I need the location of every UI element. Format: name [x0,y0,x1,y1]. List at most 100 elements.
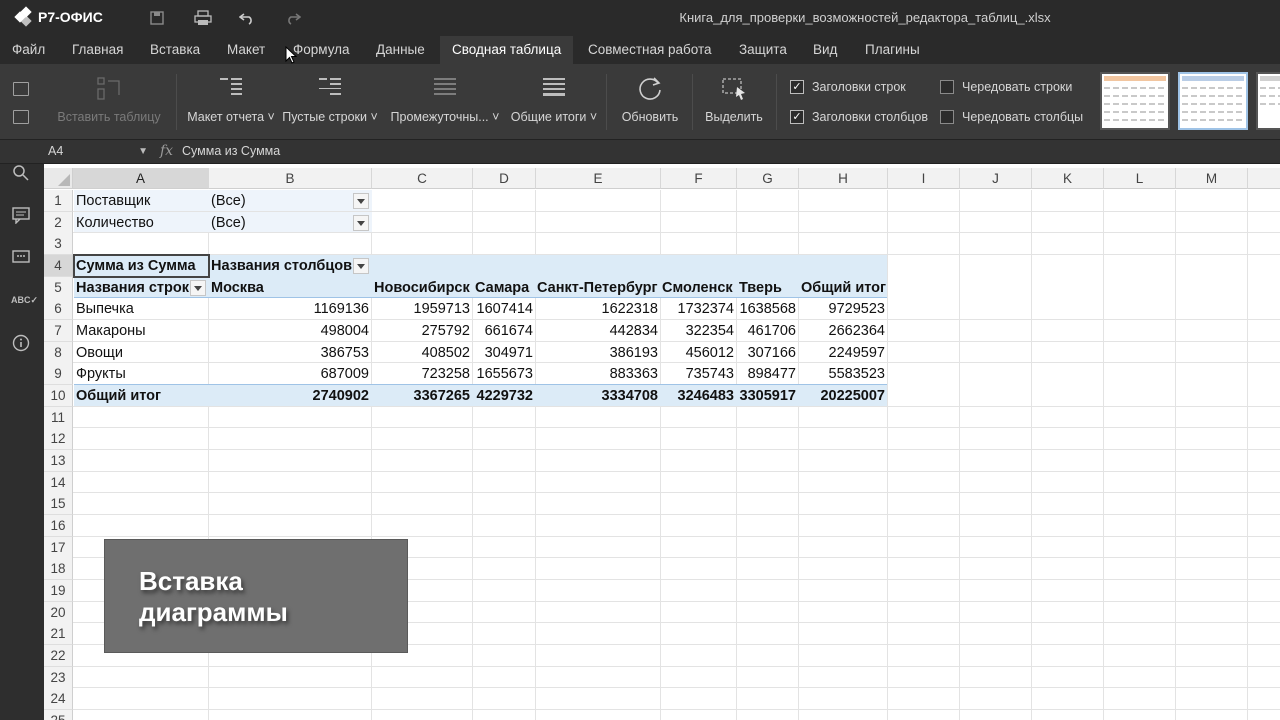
search-icon[interactable] [11,164,31,184]
blank-rows-button[interactable]: Пустые строки ˅ [282,72,378,132]
pivot-total-cell[interactable]: 4229732 [473,385,535,407]
pivot-city-header[interactable]: Смоленск [660,277,737,299]
formula-input[interactable]: Сумма из Сумма [182,140,280,163]
tab-protection[interactable]: Защита [727,36,799,64]
pivot-style-gray[interactable] [1256,72,1280,130]
pivot-value-cell[interactable]: 322354 [661,320,736,342]
pivot-value-cell[interactable]: 661674 [473,320,535,342]
name-box[interactable]: A4 ▼ [44,140,156,164]
pivot-row-total-cell[interactable]: 5583523 [799,363,887,385]
column-header[interactable]: F [661,168,737,189]
pivot-value-cell[interactable]: 304971 [473,342,535,364]
pivot-value-cell[interactable]: 275792 [372,320,472,342]
pivot-grand-total-label[interactable]: Общий итог [74,385,208,407]
filter-dropdown-icon[interactable] [353,193,369,209]
select-all-corner[interactable] [44,168,73,189]
row-header[interactable]: 25 [44,710,73,720]
pivot-value-cell[interactable]: 1959713 [372,298,472,320]
row-header[interactable]: 9 [44,363,73,385]
fx-icon[interactable]: fx [160,140,173,164]
column-header[interactable]: L [1104,168,1176,189]
pivot-style-orange[interactable] [1100,72,1170,130]
column-header[interactable]: C [372,168,473,189]
pivot-total-cell[interactable]: 2740902 [209,385,371,407]
refresh-button[interactable]: Обновить [614,72,686,132]
pivot-city-header[interactable]: Санкт-Петербург [535,277,661,299]
pivot-city-header[interactable]: Москва [209,277,371,299]
pivot-value-cell[interactable]: 1655673 [473,363,535,385]
row-header[interactable]: 8 [44,342,73,364]
row-header[interactable]: 14 [44,472,73,494]
tab-layout[interactable]: Макет [215,36,277,64]
pivot-total-cell[interactable]: 3334708 [536,385,660,407]
pivot-grand-total-header[interactable]: Общий итог [799,277,887,299]
pivot-filter-value[interactable]: (Все) [209,190,349,212]
row-header[interactable]: 2 [44,212,73,234]
pivot-total-cell[interactable]: 3246483 [661,385,736,407]
tab-data[interactable]: Данные [364,36,437,64]
banded-columns-checkbox[interactable]: Чередовать столбцы [940,110,1083,124]
column-header[interactable]: M [1176,168,1248,189]
pivot-value-cell[interactable]: 498004 [209,320,371,342]
pivot-value-cell[interactable]: 898477 [737,363,798,385]
chat-icon[interactable] [11,248,31,268]
pivot-value-cell[interactable]: 386193 [536,342,660,364]
filter-dropdown-icon[interactable] [353,258,369,274]
print-icon[interactable] [192,8,214,28]
row-header[interactable]: 3 [44,233,73,255]
pivot-value-cell[interactable]: 461706 [737,320,798,342]
column-headers-checkbox[interactable]: ✓ Заголовки столбцов [790,110,928,124]
pivot-value-cell[interactable]: 442834 [536,320,660,342]
paste-icon[interactable] [13,110,29,124]
row-header[interactable]: 21 [44,623,73,645]
column-header[interactable] [1248,168,1280,189]
pivot-city-header[interactable]: Новосибирск [372,277,473,299]
pivot-filter-label[interactable]: Количество [74,212,208,234]
pivot-row-total-cell[interactable]: 9729523 [799,298,887,320]
pivot-filter-label[interactable]: Поставщик [74,190,208,212]
row-header[interactable]: 17 [44,537,73,559]
tab-file[interactable]: Файл [0,36,57,64]
row-header[interactable]: 6 [44,298,73,320]
pivot-grand-total-cell[interactable]: 20225007 [799,385,887,407]
row-header[interactable]: 18 [44,558,73,580]
tab-plugins[interactable]: Плагины [853,36,932,64]
tab-collaboration[interactable]: Совместная работа [576,36,724,64]
pivot-row-total-cell[interactable]: 2662364 [799,320,887,342]
row-headers-checkbox[interactable]: ✓ Заголовки строк [790,80,906,94]
banded-rows-checkbox[interactable]: Чередовать строки [940,80,1072,94]
column-header[interactable]: G [737,168,799,189]
select-button[interactable]: Выделить [700,72,768,132]
save-icon[interactable] [146,8,168,28]
column-header[interactable]: D [473,168,536,189]
row-header[interactable]: 11 [44,407,73,429]
pivot-row-label[interactable]: Макароны [74,320,208,342]
comments-icon[interactable] [11,206,31,226]
column-header[interactable]: H [799,168,888,189]
grand-totals-button[interactable]: Общие итоги ˅ [510,72,598,132]
pivot-city-header[interactable]: Тверь [737,277,799,299]
pivot-value-cell[interactable]: 408502 [372,342,472,364]
tab-insert[interactable]: Вставка [138,36,212,64]
report-layout-button[interactable]: Макет отчета ˅ [186,72,276,132]
pivot-city-header[interactable]: Самара [473,277,536,299]
row-header[interactable]: 20 [44,602,73,624]
pivot-value-cell[interactable]: 883363 [536,363,660,385]
pivot-value-cell[interactable]: 1607414 [473,298,535,320]
pivot-value-cell[interactable]: 723258 [372,363,472,385]
row-header[interactable]: 15 [44,493,73,515]
column-header[interactable]: E [536,168,661,189]
pivot-total-cell[interactable]: 3367265 [372,385,472,407]
row-header[interactable]: 10 [44,385,73,407]
pivot-row-labels-header[interactable]: Названия строк [74,277,192,299]
column-header[interactable]: I [888,168,960,189]
column-header[interactable]: A [73,168,209,189]
insert-table-button[interactable]: Вставить таблицу [56,72,162,132]
pivot-value-cell[interactable]: 735743 [661,363,736,385]
row-header[interactable]: 13 [44,450,73,472]
row-header[interactable]: 1 [44,190,73,212]
row-header[interactable]: 7 [44,320,73,342]
pivot-value-cell[interactable]: 307166 [737,342,798,364]
chevron-down-icon[interactable]: ▼ [138,140,148,163]
row-header[interactable]: 23 [44,667,73,689]
